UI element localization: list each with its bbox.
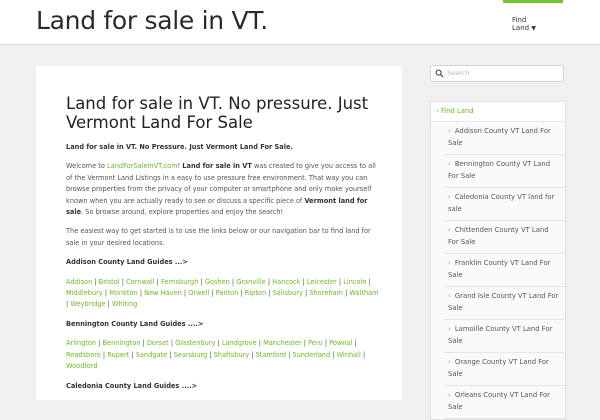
town-link[interactable]: Lincoln — [343, 278, 366, 286]
town-link[interactable]: Glastenbury — [175, 339, 215, 347]
town-link[interactable]: Manchester — [263, 339, 302, 347]
chevron-right-icon: › — [448, 358, 451, 366]
town-link[interactable]: Bennington — [102, 339, 140, 347]
nav-find-land[interactable]: Find Land ▼ — [512, 16, 536, 33]
town-link[interactable]: Woodford — [66, 362, 98, 370]
instructions-paragraph: The easiest way to get started is to use… — [66, 227, 371, 247]
town-links: Arlington | Bennington | Dorset | Glaste… — [66, 338, 380, 372]
county-sections: Addison County Land Guides ...> Addison |… — [66, 257, 380, 392]
town-link[interactable]: Sunderland — [292, 351, 330, 359]
menu-item[interactable]: › Addison County VT Land For Sale — [444, 122, 565, 155]
town-link[interactable]: Hancock — [272, 278, 300, 286]
town-link[interactable]: Rupert — [107, 351, 129, 359]
town-link[interactable]: Searsburg — [174, 351, 208, 359]
chevron-right-icon: › — [448, 193, 451, 201]
town-link[interactable]: Peru — [308, 339, 323, 347]
menu-item[interactable]: › Chittenden County VT Land For Sale — [444, 221, 565, 254]
town-link[interactable]: New Haven — [144, 289, 182, 297]
section-heading: Caledonia County Land Guides ....> — [66, 381, 198, 390]
menu-item-label: Franklin County VT Land For Sale — [448, 259, 551, 279]
link-separator: | — [366, 277, 371, 286]
chevron-down-icon: ▼ — [531, 25, 536, 32]
town-link[interactable]: Sandgate — [136, 351, 167, 359]
menu-item-label: Lamoille County VT Land For Sale — [448, 325, 553, 345]
chevron-right-icon: › — [448, 325, 451, 333]
town-link[interactable]: Middlebury — [66, 289, 103, 297]
menu-item-label: Chittenden County VT Land For Sale — [448, 226, 549, 246]
site-header: Land for sale in VT. Find Land ▼ — [0, 0, 600, 45]
link-separator: | — [352, 339, 357, 348]
menu-item[interactable]: › Orleans County VT Land For Sale — [444, 386, 565, 419]
town-link[interactable]: Readsboro — [66, 351, 101, 359]
search-icon — [435, 69, 444, 78]
intro-bold-1: Land for sale in VT — [182, 162, 252, 171]
link-separator: | — [360, 350, 366, 359]
town-link[interactable]: Shoreham — [309, 289, 343, 297]
chevron-right-icon: › — [448, 292, 451, 300]
town-link[interactable]: Goshen — [205, 278, 230, 286]
chevron-right-icon: › — [448, 226, 451, 234]
nav-active-indicator — [503, 0, 563, 3]
town-link[interactable]: Landgrove — [222, 339, 257, 347]
menu-item[interactable]: › Caledonia County VT land for sale — [444, 188, 565, 221]
menu-item[interactable]: › Lamoille County VT Land For Sale — [444, 320, 565, 353]
town-link[interactable]: Orwell — [188, 289, 209, 297]
chevron-right-icon: › — [448, 127, 451, 135]
town-link[interactable]: Whiting — [112, 300, 137, 308]
post-title: Land for sale in VT. No pressure. Just V… — [66, 94, 369, 132]
town-link[interactable]: Bristol — [99, 278, 120, 286]
town-link[interactable]: Stamford — [256, 351, 286, 359]
town-link[interactable]: Ripton — [245, 289, 266, 297]
town-link[interactable]: Ferrisburgh — [161, 278, 198, 286]
chevron-right-icon: › — [448, 259, 451, 267]
menu-item[interactable]: › Grand Isle County VT Land For Sale — [444, 287, 565, 320]
menu-item-label: Orleans County VT Land For Sale — [448, 391, 550, 411]
section-heading: Bennington County Land Guides ....> — [66, 319, 204, 328]
menu-item-label: Bennington County VT Land For Sale — [448, 160, 551, 180]
sidebar: Search › Find Land › Addison County VT L… — [430, 65, 566, 420]
post-lead: Land for sale in VT. No Pressure. Just V… — [66, 143, 293, 151]
search-box[interactable]: Search — [430, 65, 564, 82]
menu-items: › Addison County VT Land For Sale › Benni… — [431, 122, 565, 419]
menu-item[interactable]: › Franklin County VT Land For Sale — [444, 254, 565, 287]
town-link[interactable]: Panton — [216, 289, 239, 297]
menu-title[interactable]: › Find Land — [431, 102, 565, 122]
menu-item-label: Caledonia County VT land for sale — [448, 193, 555, 213]
town-link[interactable]: Weybridge — [70, 300, 105, 308]
town-link[interactable]: Cornwall — [126, 278, 155, 286]
menu-item[interactable]: › Bennington County VT Land For Sale — [444, 155, 565, 188]
chevron-right-icon: › — [436, 107, 439, 115]
town-link[interactable]: Shaftsbury — [214, 351, 250, 359]
town-link[interactable]: Dorset — [147, 339, 169, 347]
menu-item-label: Grand Isle County VT Land For Sale — [448, 292, 559, 312]
menu-title-label: Find Land — [440, 107, 474, 115]
post-body: Land for sale in VT. No pressure. Just V… — [66, 94, 380, 400]
town-link[interactable]: Addison — [66, 278, 92, 286]
intro-paragraph: Welcome to LandForSaleInVT.com! Land for… — [66, 161, 380, 218]
nav-find-label-line2: Land — [512, 24, 530, 32]
town-link[interactable]: Arlington — [66, 339, 96, 347]
town-link[interactable]: Monkton — [109, 289, 138, 297]
site-title[interactable]: Land for sale in VT. — [36, 6, 268, 35]
town-link[interactable]: Leicester — [307, 278, 337, 286]
menu-item[interactable]: › Orange County VT Land For Sale — [444, 353, 565, 386]
intro-welcome: Welcome to — [66, 162, 107, 171]
nav-find-label-line1: Find — [512, 16, 527, 24]
site-link[interactable]: LandForSaleInVT.com — [107, 162, 178, 170]
town-link[interactable]: Pownal — [329, 339, 352, 347]
town-links: Addison | Bristol | Cornwall | Ferrisbur… — [66, 277, 380, 311]
menu-item-label: Orange County VT Land For Sale — [448, 358, 549, 378]
section-heading: Addison County Land Guides ...> — [66, 258, 188, 267]
chevron-right-icon: › — [448, 391, 451, 399]
menu-item-label: Addison County VT Land For Sale — [448, 127, 551, 147]
town-link[interactable]: Winhall — [337, 351, 361, 359]
search-placeholder: Search — [447, 69, 470, 77]
main-content: Land for sale in VT. No pressure. Just V… — [36, 66, 402, 400]
chevron-right-icon: › — [448, 160, 451, 168]
town-link[interactable]: Granville — [236, 278, 266, 286]
town-link[interactable]: Waltham — [349, 289, 378, 297]
find-land-menu: › Find Land › Addison County VT Land For… — [430, 101, 566, 420]
town-link[interactable]: Salisbury — [273, 289, 303, 297]
intro-end: . So browse around, explore properties a… — [81, 208, 284, 217]
